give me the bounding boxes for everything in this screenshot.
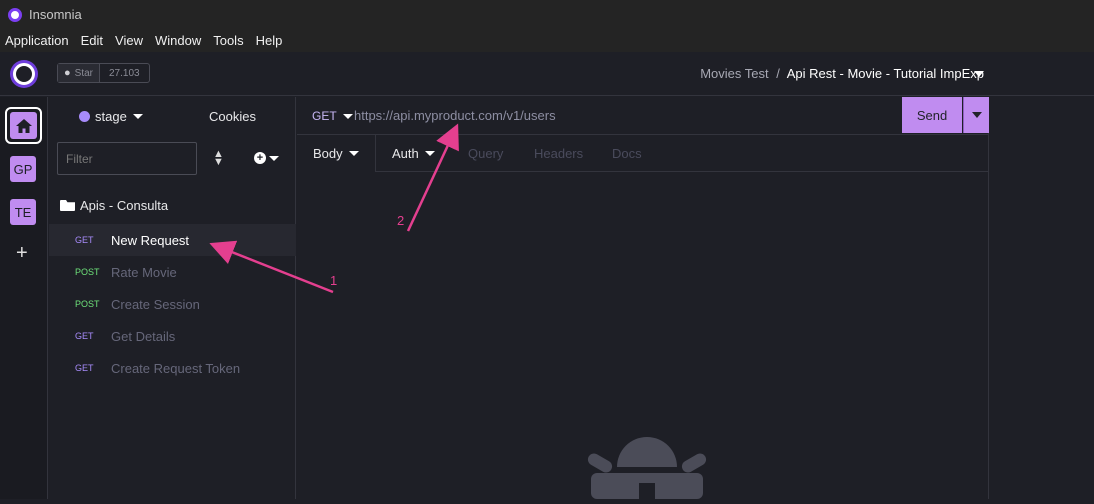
request-name: Rate Movie	[111, 264, 177, 280]
home-icon	[10, 112, 37, 139]
annotation-label-2: 2	[397, 213, 405, 228]
app-logo-icon[interactable]	[10, 60, 38, 88]
chevron-down-icon	[269, 155, 279, 161]
menu-window[interactable]: Window	[155, 33, 201, 48]
folder-open-icon	[60, 200, 75, 211]
menu-tools[interactable]: Tools	[213, 33, 243, 48]
workspace-rail: GP TE +	[0, 97, 48, 499]
request-name: Get Details	[111, 328, 176, 344]
tab-body[interactable]: Body	[297, 135, 376, 172]
send-options-dropdown-icon[interactable]	[963, 97, 989, 133]
request-item[interactable]: GET Create Request Token	[49, 352, 296, 384]
add-workspace-icon[interactable]: +	[16, 242, 28, 265]
request-name: Create Session	[111, 296, 200, 312]
breadcrumb: Movies Test / Api Rest - Movie - Tutoria…	[700, 66, 984, 81]
request-item[interactable]: GET Get Details	[49, 320, 296, 352]
breadcrumb-dropdown-icon[interactable]	[974, 71, 984, 77]
environment-color-icon	[79, 111, 90, 122]
cookies-button[interactable]: Cookies	[209, 109, 256, 124]
menu-view[interactable]: View	[115, 33, 143, 48]
chevron-down-icon	[342, 113, 353, 119]
insomnia-logo-icon	[8, 7, 22, 22]
window-title: Insomnia	[29, 7, 82, 22]
breadcrumb-separator: /	[776, 66, 780, 81]
filter-input[interactable]: Filter	[57, 142, 197, 175]
environment-selector[interactable]: stage	[79, 109, 143, 124]
request-method: POST	[75, 267, 100, 277]
chevron-down-icon	[424, 151, 435, 156]
tab-auth[interactable]: Auth	[392, 135, 435, 172]
request-method: GET	[75, 331, 94, 341]
tab-auth-label: Auth	[392, 146, 419, 161]
request-method: POST	[75, 299, 100, 309]
annotation-label-1: 1	[330, 273, 338, 288]
folder-name: Apis - Consulta	[80, 198, 169, 213]
app-toolbar: Star 27.103 Movies Test / Api Rest - Mov…	[0, 52, 1094, 96]
send-button[interactable]: Send	[902, 97, 962, 133]
breadcrumb-current[interactable]: Api Rest - Movie - Tutorial ImpExp	[787, 66, 984, 81]
tab-headers[interactable]: Headers	[534, 135, 583, 172]
menu-help[interactable]: Help	[256, 33, 283, 48]
github-star-label: Star	[58, 64, 100, 82]
title-bar: Insomnia	[0, 0, 1094, 29]
request-method: GET	[75, 363, 94, 373]
workspace-gp-button[interactable]: GP	[10, 156, 36, 182]
request-name: New Request	[111, 232, 190, 248]
request-method: GET	[75, 235, 94, 245]
github-star-count: 27.103	[109, 67, 140, 79]
tab-query[interactable]: Query	[468, 135, 503, 172]
request-name: Create Request Token	[111, 360, 241, 376]
add-item-button[interactable]: +	[254, 152, 279, 164]
menu-edit[interactable]: Edit	[81, 33, 103, 48]
folder-item[interactable]: Apis - Consulta	[60, 198, 168, 213]
request-item[interactable]: POST Create Session	[49, 288, 296, 320]
url-bar: GET https://api.myproduct.com/v1/users S…	[297, 97, 989, 135]
workspace-te-button[interactable]: TE	[10, 199, 36, 225]
tab-body-label: Body	[313, 146, 343, 161]
method-dropdown[interactable]: GET	[312, 109, 353, 123]
breadcrumb-parent[interactable]: Movies Test	[700, 66, 768, 81]
environment-name: stage	[95, 109, 127, 124]
chevron-down-icon	[348, 151, 359, 156]
request-item[interactable]: POST Rate Movie	[49, 256, 296, 288]
github-star-button[interactable]: Star 27.103	[57, 63, 150, 83]
request-tabs: Body Auth Query Headers Docs	[297, 135, 989, 172]
request-pane: GET https://api.myproduct.com/v1/users S…	[297, 97, 989, 499]
menu-bar: Application Edit View Window Tools Help	[0, 29, 1094, 52]
url-input[interactable]: https://api.myproduct.com/v1/users	[354, 108, 556, 123]
chevron-down-icon	[132, 114, 143, 119]
request-item[interactable]: GET New Request	[49, 224, 296, 256]
method-label: GET	[312, 109, 337, 123]
menu-application[interactable]: Application	[5, 33, 69, 48]
sort-icon[interactable]: ▲ ▼	[213, 149, 224, 168]
empty-state-bug-icon	[587, 435, 707, 504]
home-button[interactable]	[5, 107, 42, 144]
tab-docs[interactable]: Docs	[612, 135, 642, 172]
plus-circle-icon: +	[254, 152, 266, 164]
sidebar: stage Cookies Filter ▲ ▼ + Apis - Consult…	[49, 97, 296, 499]
